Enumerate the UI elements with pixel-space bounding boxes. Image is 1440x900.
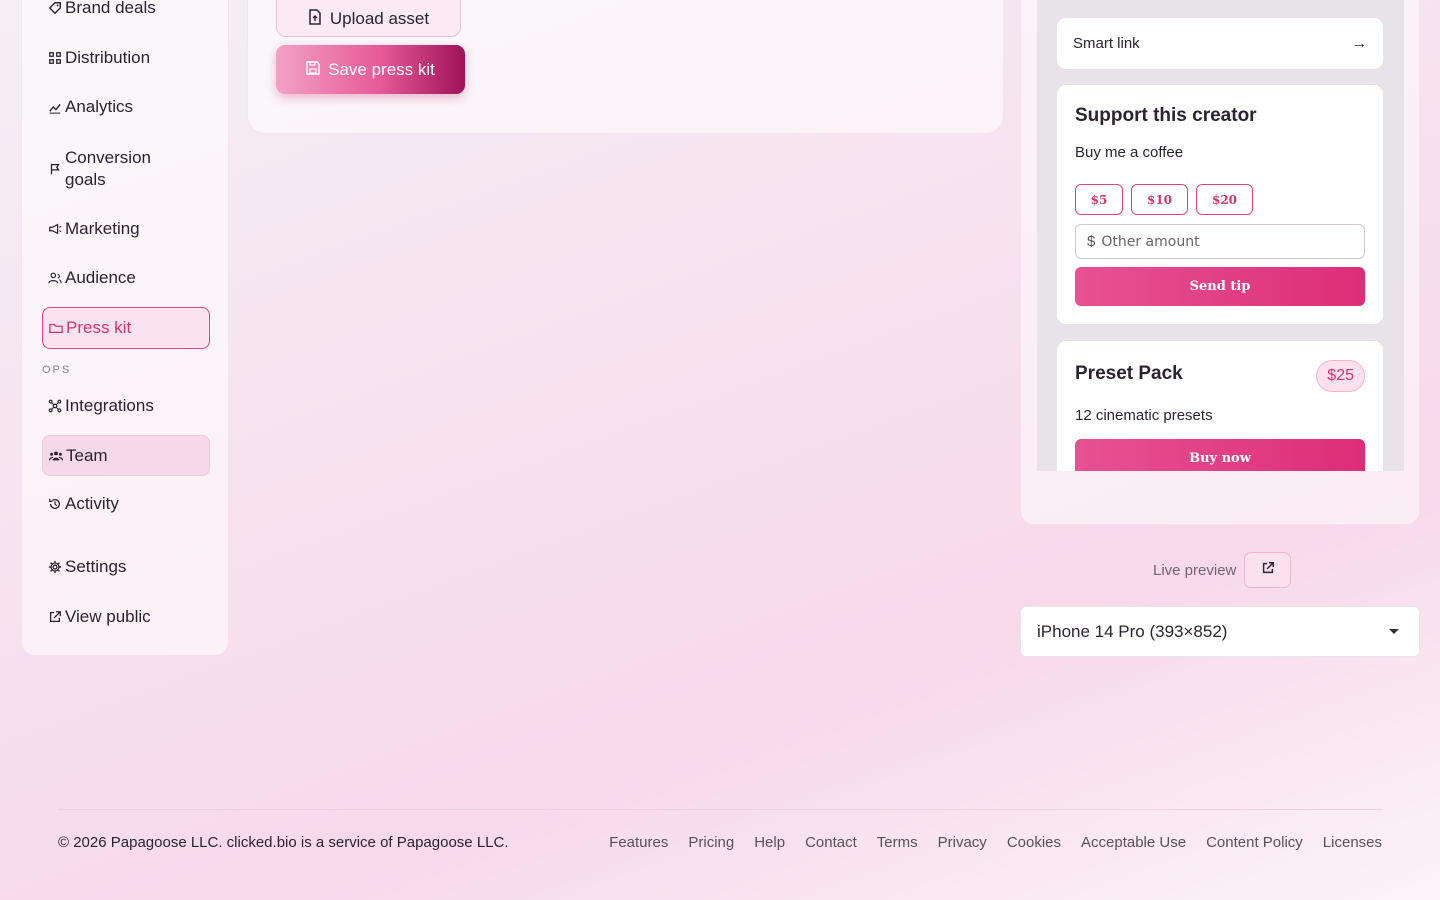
support-creator-card: Support this creator Buy me a coffee $5 …: [1056, 84, 1384, 325]
chart-icon: [47, 99, 63, 115]
footer-link[interactable]: Pricing: [688, 834, 734, 851]
footer-link[interactable]: Help: [754, 834, 785, 851]
save-press-kit-button[interactable]: Save press kit: [276, 45, 465, 94]
tip-amount-button[interactable]: $20: [1196, 184, 1253, 215]
sidebar-item-label: Analytics: [65, 97, 134, 116]
save-icon: [306, 60, 320, 80]
sidebar-item-label: Press kit: [66, 318, 132, 337]
sidebar-item-settings[interactable]: Settings: [42, 555, 210, 579]
footer-link[interactable]: Contact: [805, 834, 857, 851]
flag-icon: [47, 161, 63, 177]
tip-amount-button[interactable]: $5: [1075, 184, 1123, 215]
folder-icon: [48, 320, 64, 336]
footer-link[interactable]: Licenses: [1323, 834, 1382, 851]
sidebar-item-label: Integrations: [65, 396, 154, 415]
sidebar-item-label: Settings: [65, 557, 127, 576]
caret-down-icon: [1389, 629, 1399, 634]
smart-link-card[interactable]: Smart link →: [1056, 17, 1384, 70]
sidebar-item-team[interactable]: Team: [42, 435, 210, 476]
nodes-icon: [47, 398, 63, 414]
device-select[interactable]: iPhone 14 Pro (393×852): [1020, 606, 1420, 657]
footer-divider: [58, 809, 1383, 810]
send-tip-button[interactable]: Send tip: [1075, 267, 1365, 306]
footer-link[interactable]: Content Policy: [1206, 834, 1303, 851]
preset-title: Preset Pack: [1075, 363, 1183, 384]
users-icon: [47, 270, 63, 286]
sidebar-item-activity[interactable]: Activity: [42, 492, 210, 516]
sidebar-item-label: Conversion goals: [65, 148, 151, 189]
team-icon: [48, 448, 64, 464]
support-subtitle: Buy me a coffee: [1075, 144, 1184, 161]
sidebar-item-label: Team: [66, 445, 108, 465]
sidebar-item-press-kit[interactable]: Press kit: [42, 307, 210, 349]
sidebar-item-label: View public: [65, 607, 151, 626]
tag-icon: [47, 0, 63, 16]
sidebar-item-label: Marketing: [65, 219, 140, 238]
sidebar-item-conversion-goals[interactable]: Conversion goals: [42, 145, 210, 193]
sidebar-item-audience[interactable]: Audience: [42, 266, 210, 290]
sidebar-item-label: Brand deals: [65, 0, 156, 17]
footer-copyright: © 2026 Papagoose LLC. clicked.bio is a s…: [58, 834, 509, 851]
section-label-ops: OPS: [42, 364, 72, 376]
upload-asset-button[interactable]: Upload asset: [276, 0, 461, 37]
other-amount-input[interactable]: [1101, 233, 1342, 250]
upload-asset-label: Upload asset: [329, 9, 430, 28]
sidebar-item-brand-deals[interactable]: Brand deals: [42, 0, 210, 21]
external-link-icon: [47, 609, 63, 625]
tip-amount-button[interactable]: $10: [1131, 184, 1188, 215]
arrow-right-icon: →: [1352, 35, 1367, 52]
other-amount-field[interactable]: $: [1075, 224, 1365, 259]
phone-preview[interactable]: Smart link → Support this creator Buy me…: [1037, 0, 1404, 471]
external-link-icon: [1261, 561, 1275, 579]
sidebar-item-label: Distribution: [65, 48, 151, 67]
preview-panel: Smart link → Support this creator Buy me…: [1020, 0, 1420, 525]
sidebar: Brand deals Distribution Analytics Conve…: [21, 0, 229, 656]
sidebar-item-label: Activity: [65, 494, 119, 513]
sidebar-item-view-public[interactable]: View public: [42, 605, 210, 629]
megaphone-icon: [47, 221, 63, 237]
footer-link[interactable]: Cookies: [1007, 834, 1061, 851]
buy-now-button[interactable]: Buy now: [1075, 439, 1365, 471]
press-kit-card: Upload asset Save press kit: [247, 0, 1004, 134]
support-title: Support this creator: [1075, 105, 1257, 126]
sidebar-item-distribution[interactable]: Distribution: [42, 46, 210, 70]
device-select-value: iPhone 14 Pro (393×852): [1037, 621, 1228, 641]
footer-link[interactable]: Privacy: [938, 834, 987, 851]
open-preview-button[interactable]: [1244, 552, 1292, 588]
sidebar-item-label: Audience: [65, 268, 136, 287]
sidebar-item-analytics[interactable]: Analytics: [42, 95, 210, 119]
footer-link[interactable]: Features: [609, 834, 668, 851]
tip-amounts: $5 $10 $20: [1075, 184, 1253, 215]
live-preview-label: Live preview: [1153, 561, 1237, 579]
sidebar-item-integrations[interactable]: Integrations: [42, 394, 210, 418]
sidebar-item-marketing[interactable]: Marketing: [42, 217, 210, 241]
footer-link[interactable]: Acceptable Use: [1081, 834, 1186, 851]
live-preview: Live preview: [1153, 552, 1292, 588]
smart-link-label: Smart link: [1073, 35, 1140, 52]
preset-pack-card: Preset Pack $25 12 cinematic presets Buy…: [1056, 340, 1384, 471]
grid-icon: [47, 50, 63, 66]
footer-links: Features Pricing Help Contact Terms Priv…: [609, 834, 1382, 851]
file-upload-icon: [308, 8, 322, 30]
preset-description: 12 cinematic presets: [1075, 407, 1213, 424]
price-badge: $25: [1316, 360, 1365, 392]
gear-icon: [47, 559, 63, 575]
footer-link[interactable]: Terms: [877, 834, 918, 851]
save-press-kit-label: Save press kit: [328, 59, 435, 79]
history-icon: [47, 496, 63, 512]
currency-symbol: $: [1087, 233, 1096, 250]
